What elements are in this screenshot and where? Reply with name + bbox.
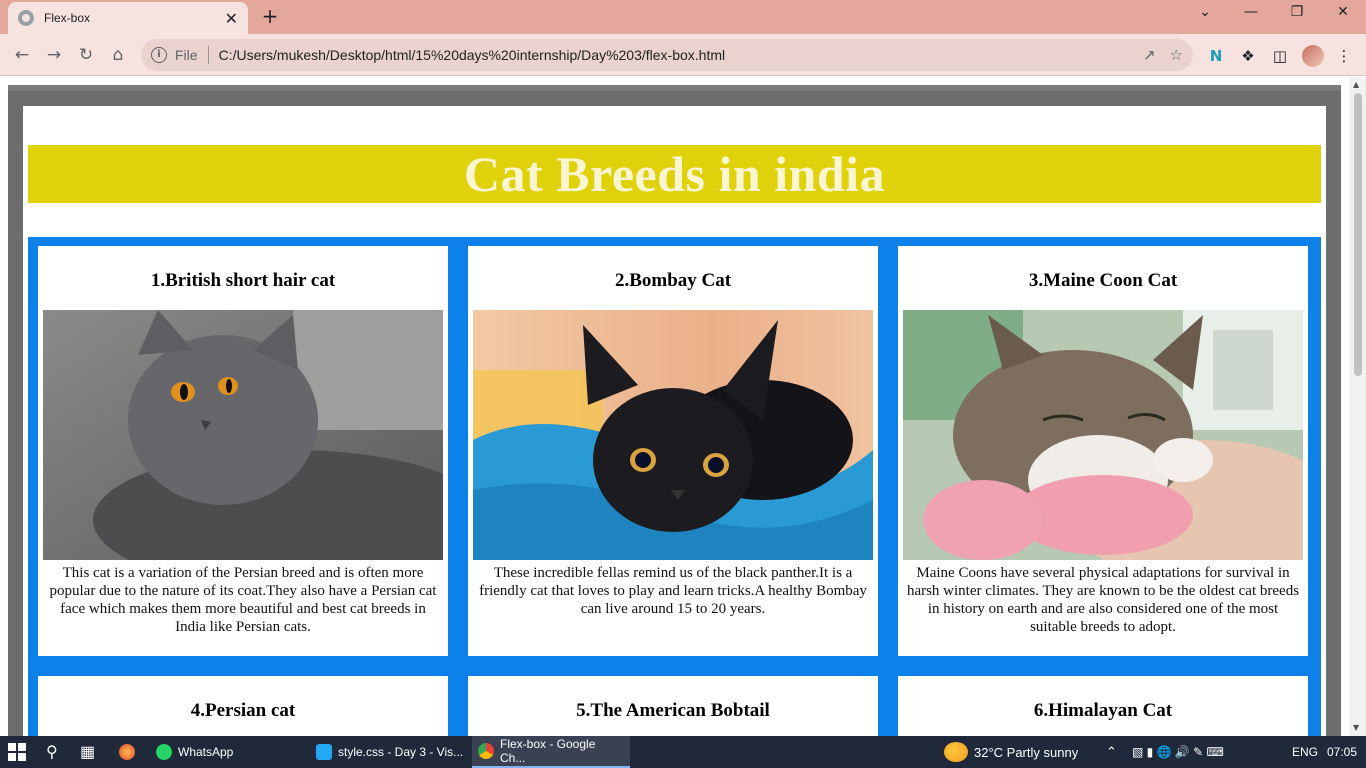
back-icon[interactable]: ← [10,43,34,67]
card-title: 2.Bombay Cat [614,270,732,291]
show-hidden-icons-chevron-icon[interactable]: ⌃ [1106,736,1117,768]
close-tab-icon[interactable]: ✕ [225,9,238,28]
share-icon[interactable]: ↗ [1143,46,1156,64]
card-maine-coon: 3.Maine Coon Cat Maine Coons have severa… [898,246,1308,656]
card-title: 4.Persian cat [190,700,296,721]
address-bar[interactable]: i File C:/Users/mukesh/Desktop/html/15%2… [141,39,1193,71]
scroll-up-arrow-icon[interactable]: ▲ [1353,80,1359,89]
chrome-icon [478,743,494,759]
search-icon[interactable]: ⚲ [46,736,58,768]
new-tab-button[interactable]: + [258,5,282,29]
page-heading-banner: Cat Breeds in india [28,145,1321,203]
bookmark-star-icon[interactable]: ☆ [1170,46,1183,64]
page-body: Cat Breeds in india 1.British short hair… [23,106,1326,757]
british-shorthair-cat-image [43,310,443,560]
profile-avatar[interactable] [1302,45,1324,67]
card-title: 6.Himalayan Cat [1033,700,1173,721]
taskbar-app-vscode[interactable]: style.css - Day 3 - Vis... [310,736,469,768]
taskbar-app-chrome[interactable]: Flex-box - Google Ch... [472,736,630,768]
firefox-icon[interactable] [119,736,141,768]
card-bombay: 2.Bombay Cat These incredible fellas rem… [468,246,878,656]
system-clock[interactable]: 07:05 [1327,736,1357,768]
divider [207,46,209,64]
scrollbar-thumb[interactable] [1354,93,1362,376]
cards-container: 1.British short hair cat This cat is a v… [28,237,1321,757]
partly-sunny-icon [944,742,968,762]
page-heading: Cat Breeds in india [463,146,886,202]
extension-n-icon[interactable]: N [1206,46,1226,66]
task-view-icon[interactable]: ▦ [80,736,95,768]
scroll-down-arrow-icon[interactable]: ▼ [1353,723,1359,732]
taskbar-app-label: Flex-box - Google Ch... [500,737,596,765]
forward-icon[interactable]: → [42,43,66,67]
info-icon[interactable]: i [151,47,167,63]
vscode-icon [316,744,332,760]
windows-start-icon[interactable] [8,736,26,768]
globe-icon [18,10,34,26]
reload-icon[interactable]: ↻ [74,43,98,67]
url-text[interactable]: C:/Users/mukesh/Desktop/html/15%20days%2… [219,47,1129,63]
browser-toolbar: ← → ↻ ⌂ i File C:/Users/mukesh/Desktop/h… [0,34,1366,76]
taskbar-app-label: WhatsApp [178,745,234,759]
home-icon[interactable]: ⌂ [106,43,130,67]
card-title: 1.British short hair cat [150,270,336,291]
card-description: These incredible fellas remind us of the… [479,565,867,617]
weather-widget[interactable]: 32°C Partly sunny [944,736,1078,768]
tab-search-icon[interactable]: ⌄ [1185,4,1225,20]
page-frame: Cat Breeds in india 1.British short hair… [8,85,1341,757]
extensions-puzzle-icon[interactable]: ❖ [1238,46,1258,66]
whatsapp-icon [156,744,172,760]
side-panel-icon[interactable]: ◫ [1270,46,1290,66]
tab-flex-box[interactable]: Flex-box ✕ [8,2,248,34]
card-british-shorthair: 1.British short hair cat This cat is a v… [38,246,448,656]
tab-title: Flex-box [44,11,91,25]
page-viewport: Cat Breeds in india 1.British short hair… [0,77,1366,757]
maine-coon-cat-image [903,310,1303,560]
card-title: 5.The American Bobtail [576,700,770,721]
taskbar-app-whatsapp[interactable]: WhatsApp [150,736,239,768]
menu-kebab-icon[interactable]: ⋮ [1334,46,1354,66]
taskbar-app-label: style.css - Day 3 - Vis... [338,745,464,759]
file-label: File [175,47,198,63]
tray-icons[interactable]: ▧ ▮ 🌐 🔊 ✎ ⌨ [1132,736,1224,768]
tab-strip: Flex-box ✕ + ⌄ — ❐ ✕ [0,0,1366,34]
weather-text: 32°C Partly sunny [974,744,1079,760]
card-description: Maine Coons have several physical adapta… [906,565,1300,635]
vertical-scrollbar[interactable]: ▲ ▼ [1349,77,1366,736]
minimize-button[interactable]: — [1231,4,1271,20]
close-window-button[interactable]: ✕ [1323,4,1363,20]
restore-button[interactable]: ❐ [1277,4,1317,20]
card-description: This cat is a variation of the Persian b… [49,565,437,635]
windows-taskbar: ⚲ ▦ WhatsApp style.css - Day 3 - Vis... … [0,736,1366,768]
bombay-cat-image [473,310,873,560]
input-language[interactable]: ENG [1292,736,1318,768]
card-title: 3.Maine Coon Cat [1028,270,1178,291]
